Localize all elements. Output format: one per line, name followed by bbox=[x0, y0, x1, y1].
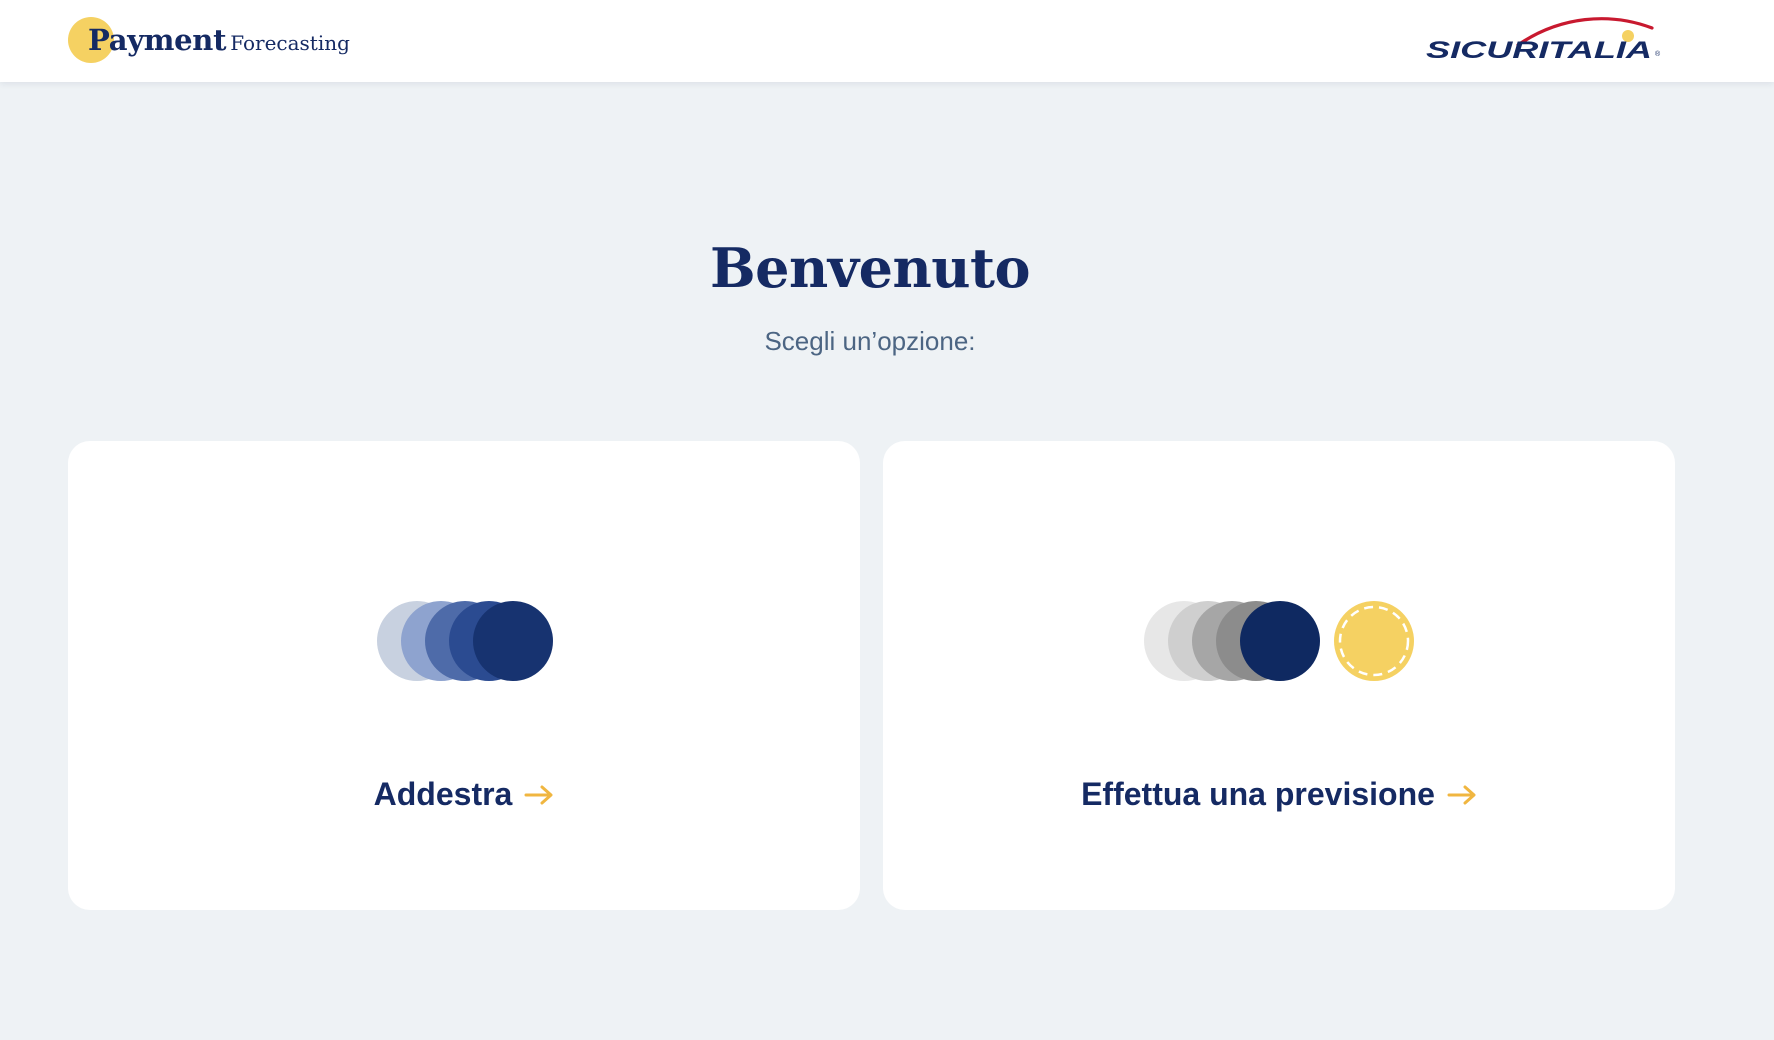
page-title: Benvenuto bbox=[710, 236, 1030, 300]
svg-text:®: ® bbox=[1655, 50, 1661, 58]
predict-option-label: Effettua una previsione bbox=[883, 776, 1675, 813]
sicuritalia-logo: SICURITALIA ® bbox=[1420, 14, 1670, 64]
app-brand-logo[interactable]: Payment Forecasting bbox=[68, 16, 350, 64]
train-option-card[interactable]: Addestra bbox=[68, 441, 860, 910]
predict-option-text: Effettua una previsione bbox=[1081, 776, 1435, 812]
train-option-label: Addestra bbox=[68, 776, 860, 813]
top-header: Payment Forecasting SICURITALIA ® bbox=[0, 0, 1774, 82]
sicuritalia-logo-text: SICURITALIA bbox=[1426, 37, 1652, 64]
predict-option-card[interactable]: Effettua una previsione bbox=[883, 441, 1675, 910]
stacked-gray-circles-with-yellow-dot-icon bbox=[1143, 600, 1415, 682]
arrow-right-icon bbox=[524, 784, 554, 806]
brand-name-light: Forecasting bbox=[230, 31, 350, 55]
page-subtitle: Scegli un’opzione: bbox=[764, 326, 976, 356]
stacked-blue-circles-icon bbox=[376, 600, 554, 682]
app-brand-name: Payment Forecasting bbox=[68, 23, 350, 57]
arrow-right-icon bbox=[1447, 784, 1477, 806]
train-option-text: Addestra bbox=[373, 776, 513, 812]
brand-name-strong: Payment bbox=[88, 23, 227, 57]
